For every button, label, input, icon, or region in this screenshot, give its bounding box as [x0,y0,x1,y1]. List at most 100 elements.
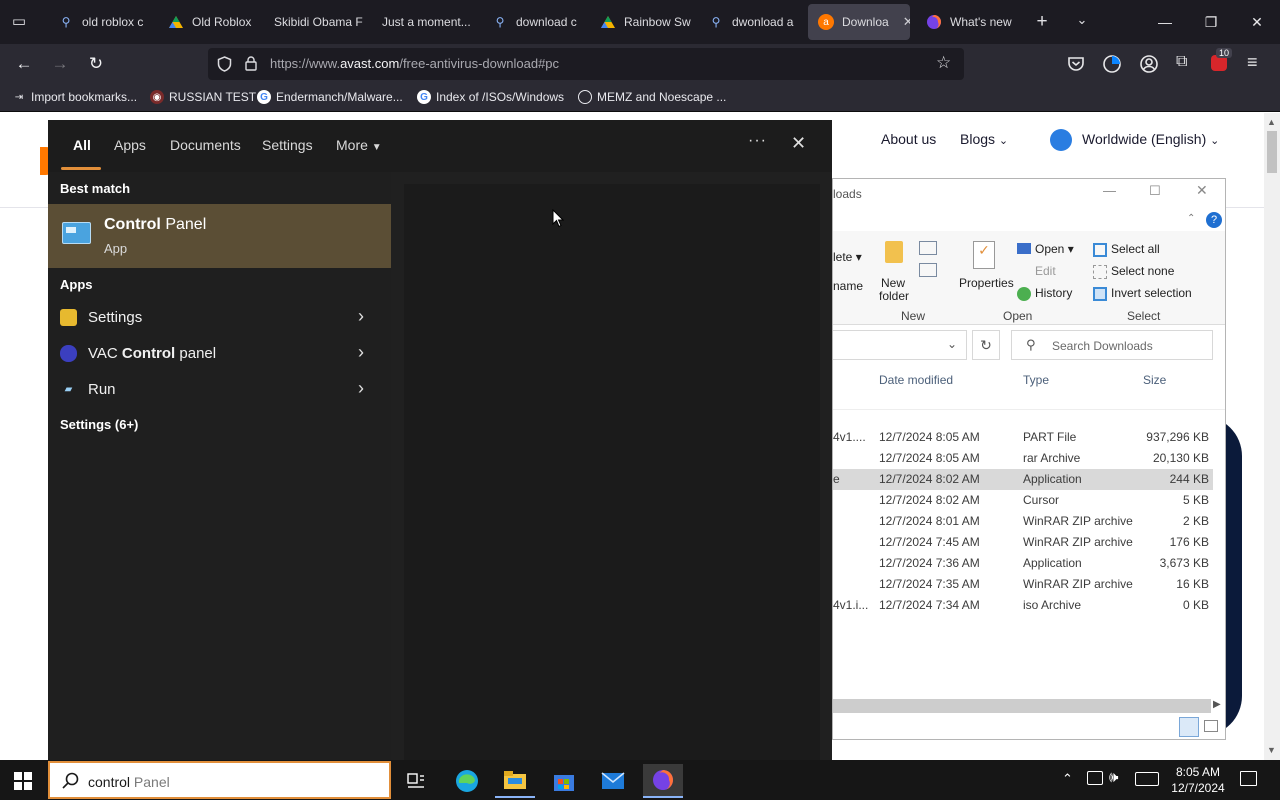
nav-blogs[interactable]: Blogs ⌄ [960,131,1008,147]
collapse-ribbon-icon[interactable]: ⌃ [1187,213,1195,224]
select-all-button[interactable]: Select all [1111,242,1160,256]
more-options-icon[interactable]: ··· [748,132,767,150]
scrollbar-thumb[interactable] [1267,131,1277,173]
lock-icon[interactable] [245,56,257,71]
close-window-button[interactable]: ✕ [1234,0,1280,44]
table-row[interactable]: 12/7/2024 7:45 AM WinRAR ZIP archive 176 K… [833,532,1213,553]
settings-count-heading[interactable]: Settings (6+) [60,417,138,432]
firefox-view-icon[interactable]: ▭ [8,12,30,32]
extensions-puzzle-icon[interactable]: ⧉ [1176,53,1187,71]
tab-5[interactable]: Rainbow Sw [590,0,694,44]
touch-keyboard-icon[interactable] [1135,772,1159,786]
column-type[interactable]: Type [1023,373,1049,387]
edge-icon[interactable] [447,764,487,798]
search-downloads-input[interactable]: ⚲ Search Downloads [1011,330,1213,360]
tab-6[interactable]: ⚲ dwonload a [698,0,802,44]
easy-access-icon[interactable] [919,263,937,277]
properties-button[interactable]: Properties [959,276,1014,290]
task-view-icon[interactable] [396,764,436,798]
close-button[interactable]: ✕ [1196,182,1208,199]
new-folder-label-2[interactable]: folder [879,289,909,303]
restore-button[interactable]: ❐ [1188,0,1234,44]
table-row[interactable]: 12/7/2024 8:05 AM rar Archive 20,130 KB [833,448,1213,469]
column-size[interactable]: Size [1143,373,1166,387]
refresh-icon[interactable]: ↻ [972,330,1000,360]
table-row[interactable]: 4v1.... 12/7/2024 8:05 AM PART File 937,296… [833,427,1213,448]
bookmark-import[interactable]: ⇥ Import bookmarks... [12,90,137,104]
minimize-button[interactable]: — [1103,183,1116,198]
menu-hamburger-icon[interactable]: ≡ [1247,52,1258,73]
close-tab-icon[interactable]: ✕ [903,14,910,30]
mail-icon[interactable] [593,764,633,798]
tab-documents[interactable]: Documents [170,137,241,153]
column-date-modified[interactable]: Date modified [879,373,953,387]
table-row[interactable]: 12/7/2024 7:36 AM Application 3,673 KB [833,553,1213,574]
bookmark-russian-test[interactable]: ◉ RUSSIAN TEST [150,90,256,104]
forward-arrow-icon[interactable]: → [46,50,74,78]
volume-icon[interactable]: 🕪 [1109,769,1118,786]
vpn-icon[interactable] [1102,54,1122,74]
help-icon[interactable]: ? [1206,212,1222,228]
show-hidden-icons-chevron-icon[interactable]: ⌃ [1062,771,1073,787]
select-none-button[interactable]: Select none [1111,264,1174,278]
table-row[interactable]: 12/7/2024 7:35 AM WinRAR ZIP archive 16 KB [833,574,1213,595]
page-scrollbar[interactable]: ▲ ▼ [1264,113,1280,760]
minimize-button[interactable]: — [1142,0,1188,44]
close-icon[interactable]: ✕ [791,133,806,154]
firefox-taskbar-icon[interactable] [643,764,683,798]
tab-apps[interactable]: Apps [114,137,146,153]
chevron-right-icon[interactable]: › [358,342,364,363]
tab-7-active[interactable]: a Downloa ✕ [808,4,910,40]
tab-more[interactable]: More ▼ [336,137,382,153]
scroll-up-icon[interactable]: ▲ [1267,117,1276,127]
tab-all[interactable]: All [73,137,91,153]
tab-3[interactable]: Just a moment... [372,0,480,44]
tab-8[interactable]: What's new [916,0,1020,44]
address-bar[interactable]: ⌄ [833,330,967,360]
account-icon[interactable] [1139,54,1159,74]
tab-settings[interactable]: Settings [262,137,313,153]
table-row[interactable]: 4v1.i... 12/7/2024 7:34 AM iso Archive 0 KB [833,595,1213,616]
history-button[interactable]: History [1035,286,1072,300]
pocket-icon[interactable] [1067,56,1085,72]
chevron-right-icon[interactable]: › [358,306,364,327]
details-view-icon[interactable] [1179,717,1199,737]
table-row[interactable]: 12/7/2024 8:01 AM WinRAR ZIP archive 2 KB [833,511,1213,532]
tab-2[interactable]: Skibidi Obama F [264,0,368,44]
url-text[interactable]: https://www.avast.com/free-antivirus-dow… [270,56,559,71]
app-vac-control-panel[interactable]: VAC Control panel › [48,336,391,372]
bookmark-isos[interactable]: G Index of /ISOs/Windows [417,90,564,104]
edit-button[interactable]: Edit [1035,264,1056,278]
network-icon[interactable] [1087,771,1103,785]
chevron-right-icon[interactable]: › [358,378,364,399]
scroll-right-icon[interactable]: ▶ [1213,699,1221,710]
list-tabs-chevron-icon[interactable]: ⌄ [1072,12,1092,32]
bookmark-star-icon[interactable]: ☆ [936,53,951,73]
horizontal-scrollbar[interactable] [833,699,1211,713]
shield-icon[interactable] [217,56,232,72]
invert-selection-button[interactable]: Invert selection [1111,286,1192,300]
best-match-control-panel[interactable]: Control Panel App [48,204,391,268]
table-row[interactable]: e 12/7/2024 8:02 AM Application 244 KB [833,469,1213,490]
taskbar-search-box[interactable]: control Panel [48,761,391,799]
url-bar[interactable]: https://www.avast.com/free-antivirus-dow… [208,48,964,80]
reload-icon[interactable]: ↻ [82,50,110,78]
rename-button[interactable]: name [833,279,863,293]
app-run[interactable]: ▰ Run › [48,372,391,408]
tab-4[interactable]: ⚲ download c [482,0,586,44]
system-clock[interactable]: 8:05 AM 12/7/2024 [1162,764,1234,796]
open-button[interactable]: Open ▾ [1035,242,1074,256]
large-icons-view-icon[interactable] [1204,720,1218,732]
microsoft-store-icon[interactable] [544,764,584,798]
tab-1[interactable]: Old Roblox [158,0,262,44]
file-explorer-icon[interactable] [495,764,535,798]
tab-0[interactable]: ⚲ old roblox c [48,0,158,44]
new-item-icon[interactable] [919,241,937,255]
windows-start-icon[interactable] [14,772,32,790]
search-query[interactable]: control Panel [88,774,170,790]
nav-region[interactable]: Worldwide (English) ⌄ [1082,131,1219,147]
maximize-button[interactable]: ☐ [1149,183,1161,199]
table-row[interactable]: 12/7/2024 8:02 AM Cursor 5 KB [833,490,1213,511]
app-settings[interactable]: Settings › [48,300,391,336]
scroll-down-icon[interactable]: ▼ [1267,745,1276,755]
